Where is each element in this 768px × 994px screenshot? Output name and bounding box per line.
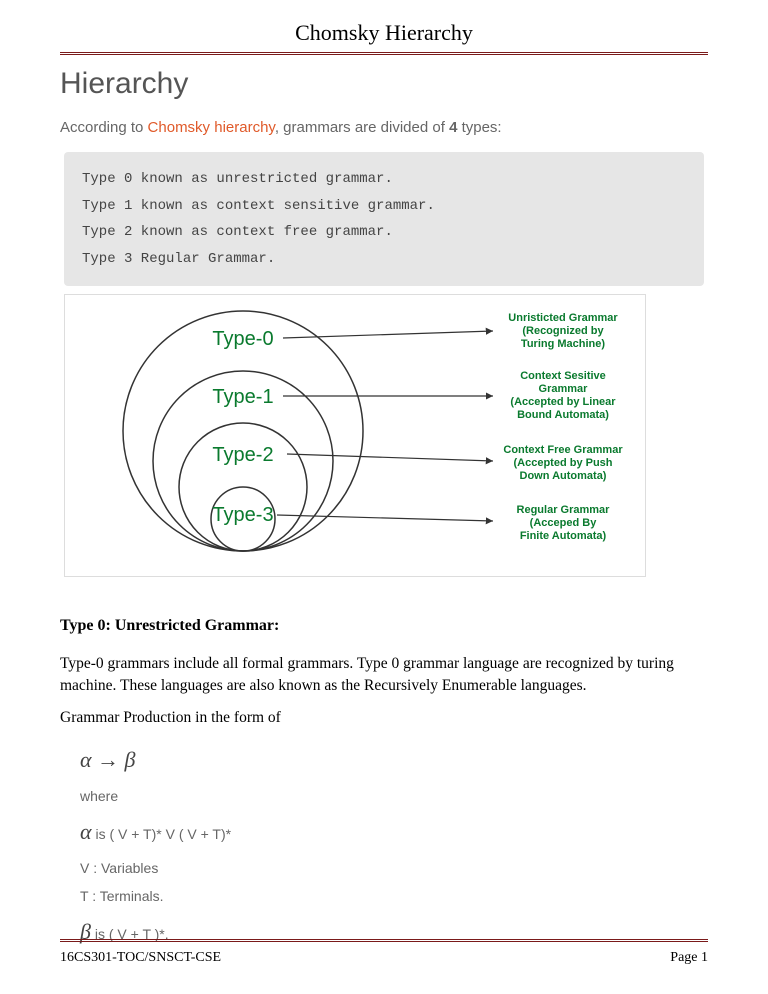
grammar-production-intro: Grammar Production in the form of [60, 707, 708, 729]
code-line-3: Type 2 known as context free grammar. [82, 219, 686, 246]
intro-mid: , grammars are divided of [275, 119, 449, 136]
alpha-symbol: α [80, 819, 92, 844]
code-line-2: Type 1 known as context sensitive gramma… [82, 193, 686, 220]
desc-t2-line3: Down Automata) [520, 470, 607, 482]
footer-rule [60, 939, 708, 942]
where-label: where [80, 782, 708, 810]
desc-t2-line2: (Accepted by Push [513, 457, 612, 469]
desc-t1-line3: (Accepted by Linear [510, 396, 616, 408]
arrow-type2 [287, 454, 493, 461]
type0-paragraph: Type-0 grammars include all formal gramm… [60, 653, 708, 696]
page-footer: 16CS301-TOC/SNSCT-CSE Page 1 [60, 939, 708, 966]
alpha-definition: is ( V + T)* V ( V + T)* [92, 826, 232, 842]
desc-t3-line3: Finite Automata) [520, 530, 607, 542]
label-type0: Type-0 [212, 328, 273, 350]
footer-left: 16CS301-TOC/SNSCT-CSE [60, 950, 221, 966]
formula-block: α → β where α is ( V + T)* V ( V + T)* V… [80, 738, 708, 954]
intro-suffix: types: [457, 119, 501, 136]
label-type2: Type-2 [212, 444, 273, 466]
v-definition: V : Variables [80, 854, 708, 882]
desc-t1-line4: Bound Automata) [517, 409, 609, 421]
desc-t0-line1: Unristicted Grammar [508, 312, 618, 324]
code-line-4: Type 3 Regular Grammar. [82, 246, 686, 273]
intro-prefix: According to [60, 119, 148, 136]
footer-right: Page 1 [670, 950, 708, 966]
intro-text: According to Chomsky hierarchy, grammars… [60, 119, 708, 136]
desc-t3-line2: (Acceped By [530, 517, 598, 529]
type0-heading: Type 0: Unrestricted Grammar: [60, 617, 708, 635]
header-rule [60, 52, 708, 55]
desc-t0-line3: Turing Machine) [521, 338, 605, 350]
page-title: Chomsky Hierarchy [60, 20, 708, 48]
label-type1: Type-1 [212, 386, 273, 408]
desc-t1-line2: Grammar [539, 383, 589, 395]
t-definition: T : Terminals. [80, 882, 708, 910]
hierarchy-diagram: Type-0 Type-1 Type-2 Type-3 Unristicted … [64, 294, 646, 577]
desc-t3-line1: Regular Grammar [517, 504, 611, 516]
desc-t2-line1: Context Free Grammar [503, 444, 623, 456]
label-type3: Type-3 [212, 504, 273, 526]
desc-t0-line2: (Recognized by [522, 325, 604, 337]
code-line-1: Type 0 known as unrestricted grammar. [82, 166, 686, 193]
desc-t1-line1: Context Sesitive [520, 370, 606, 382]
production-rule: α → β [80, 738, 708, 782]
arrow-type3 [277, 515, 493, 521]
intro-highlight: Chomsky hierarchy [148, 119, 275, 136]
section-heading: Hierarchy [60, 67, 708, 101]
grammar-types-code-box: Type 0 known as unrestricted grammar. Ty… [64, 152, 704, 286]
venn-diagram-svg: Type-0 Type-1 Type-2 Type-3 Unristicted … [73, 303, 637, 563]
